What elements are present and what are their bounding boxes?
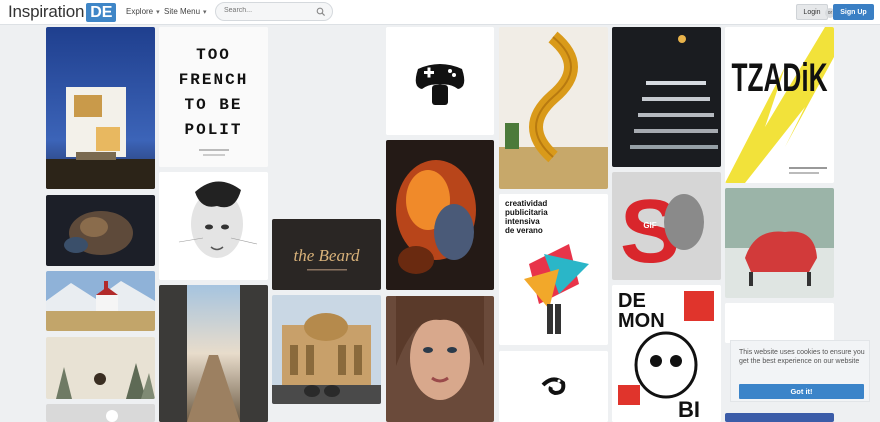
cookie-accept-button[interactable]: Got it!: [739, 384, 864, 399]
nav-explore[interactable]: Explore ▾: [126, 7, 160, 16]
poster-line-2: FRENCH: [179, 71, 249, 89]
tile-gif-s-portrait[interactable]: S GIF: [612, 172, 721, 280]
creatividad-line-2: publicitaria: [505, 208, 548, 217]
tile-dark-stairs[interactable]: [612, 27, 721, 167]
tile-dock-corridor[interactable]: [159, 285, 268, 422]
poster-line-1: TOO: [196, 46, 231, 64]
creatividad-line-1: creatividad: [505, 199, 547, 208]
tile-red-chair[interactable]: [725, 188, 834, 298]
tile-dark-creature[interactable]: [46, 195, 155, 266]
tile-skull-partial[interactable]: [46, 404, 155, 422]
tile-too-french-poster[interactable]: TOO FRENCH TO BE POLIT: [159, 27, 268, 167]
beard-title: the Beard: [294, 246, 360, 265]
site-logo[interactable]: Inspiration DE: [8, 2, 117, 22]
nav-site-menu[interactable]: Site Menu ▾: [164, 7, 207, 16]
logo-text: Inspiration: [8, 2, 85, 21]
search-box: [215, 2, 333, 21]
creatividad-line-3: intensiva: [505, 217, 540, 226]
tile-spiral-staircase[interactable]: [499, 27, 608, 189]
tile-winter-church[interactable]: [46, 271, 155, 331]
demon-line-3: BI: [678, 397, 700, 422]
tile-modern-house[interactable]: [46, 27, 155, 189]
demon-line-2: MON: [618, 310, 665, 332]
tile-creatividad-poster[interactable]: creatividad publicitaria intensiva de ve…: [499, 194, 608, 345]
search-icon[interactable]: [316, 7, 326, 17]
cookie-message: This website uses cookies to ensure you …: [739, 349, 865, 365]
demon-line-1: DE: [618, 290, 646, 312]
tile-tzadik-poster[interactable]: TZADiK: [725, 27, 834, 183]
gif-label: GIF: [643, 221, 656, 230]
logo-badge: DE: [86, 2, 117, 22]
cookie-banner: This website uses cookies to ensure you …: [730, 340, 870, 402]
search-input[interactable]: [224, 7, 316, 14]
chevron-down-icon: ▾: [156, 8, 160, 16]
tile-demon-poster[interactable]: DE MON BI: [612, 285, 721, 422]
top-navbar: Inspiration DE Explore ▾ Site Menu ▾ Log…: [0, 0, 880, 25]
tile-gamepad-logo[interactable]: [386, 27, 494, 135]
nav-explore-label: Explore: [126, 7, 154, 16]
tile-white-card[interactable]: [725, 303, 834, 343]
tile-foggy-forest[interactable]: [46, 337, 155, 399]
tile-the-beard[interactable]: the Beard: [272, 219, 381, 290]
tile-opera-house[interactable]: [272, 295, 381, 404]
tile-blue-partial[interactable]: [725, 413, 834, 422]
tile-woman-portrait[interactable]: [386, 296, 494, 422]
poster-line-4: POLIT: [184, 121, 242, 139]
tile-fire-warrior[interactable]: [386, 140, 494, 290]
nav-site-menu-label: Site Menu: [164, 7, 201, 16]
tile-chameleon-logo[interactable]: [499, 351, 608, 422]
poster-line-3: TO BE: [184, 96, 242, 114]
login-button[interactable]: Login: [796, 4, 828, 20]
tile-leopard-face[interactable]: [159, 172, 268, 280]
chevron-down-icon: ▾: [203, 8, 207, 16]
signup-button[interactable]: Sign Up: [833, 4, 874, 20]
tzadik-title: TZADiK: [732, 56, 828, 100]
creatividad-line-4: de verano: [505, 226, 543, 235]
